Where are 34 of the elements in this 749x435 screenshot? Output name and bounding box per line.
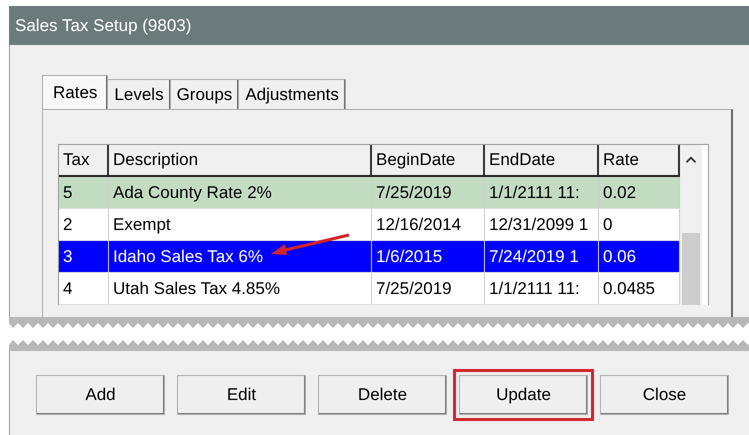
table-cell: 5 bbox=[59, 177, 109, 208]
table-cell: 1/1/2111 11: bbox=[485, 273, 599, 304]
table-cell: Ada County Rate 2% bbox=[109, 177, 372, 208]
table-cell: Exempt bbox=[109, 209, 372, 240]
column-header[interactable]: Description bbox=[109, 145, 372, 175]
dialog-button[interactable]: Update bbox=[459, 375, 588, 415]
table-cell: 12/31/2099 1 bbox=[485, 209, 599, 240]
table-cell: 3 bbox=[59, 241, 109, 272]
dialog-button[interactable]: Delete bbox=[318, 375, 447, 415]
table-row[interactable]: 4 Utah Sales Tax 4.85% 7/25/2019 1/1/2111 11: 0.0485 bbox=[59, 273, 680, 305]
tab[interactable]: Adjustments bbox=[238, 79, 346, 109]
table-cell: 4 bbox=[59, 273, 109, 304]
column-header[interactable]: Tax bbox=[59, 145, 109, 175]
dialog-button[interactable]: Close bbox=[600, 375, 729, 415]
dialog-button[interactable]: Add bbox=[36, 375, 165, 415]
table-cell: 12/16/2014 bbox=[372, 209, 485, 240]
table-cell: Utah Sales Tax 4.85% bbox=[109, 273, 372, 304]
tab[interactable]: Groups bbox=[170, 79, 240, 109]
table-cell: 7/25/2019 bbox=[372, 177, 485, 208]
scroll-up-icon[interactable] bbox=[685, 156, 697, 164]
tab[interactable]: Levels bbox=[107, 79, 171, 109]
column-header[interactable]: BeginDate bbox=[372, 145, 485, 175]
dialog-button[interactable]: Edit bbox=[177, 375, 306, 415]
window-title: Sales Tax Setup (9803) bbox=[15, 16, 192, 36]
tab[interactable]: Rates bbox=[42, 75, 108, 109]
column-header[interactable]: EndDate bbox=[485, 145, 599, 175]
table-row[interactable]: 5 Ada County Rate 2% 7/25/2019 1/1/2111 11: 0.02 bbox=[59, 177, 680, 209]
table-cell: 2 bbox=[59, 209, 109, 240]
table-cell: 1/1/2111 11: bbox=[485, 177, 599, 208]
table-cell: 7/24/2019 1 bbox=[485, 241, 599, 272]
table-cell: 1/6/2015 bbox=[372, 241, 485, 272]
vertical-scrollbar[interactable] bbox=[680, 145, 702, 305]
table-row[interactable]: 3 Idaho Sales Tax 6% 1/6/2015 7/24/2019 1 0.06 bbox=[59, 241, 680, 273]
table-cell: 7/25/2019 bbox=[372, 273, 485, 304]
